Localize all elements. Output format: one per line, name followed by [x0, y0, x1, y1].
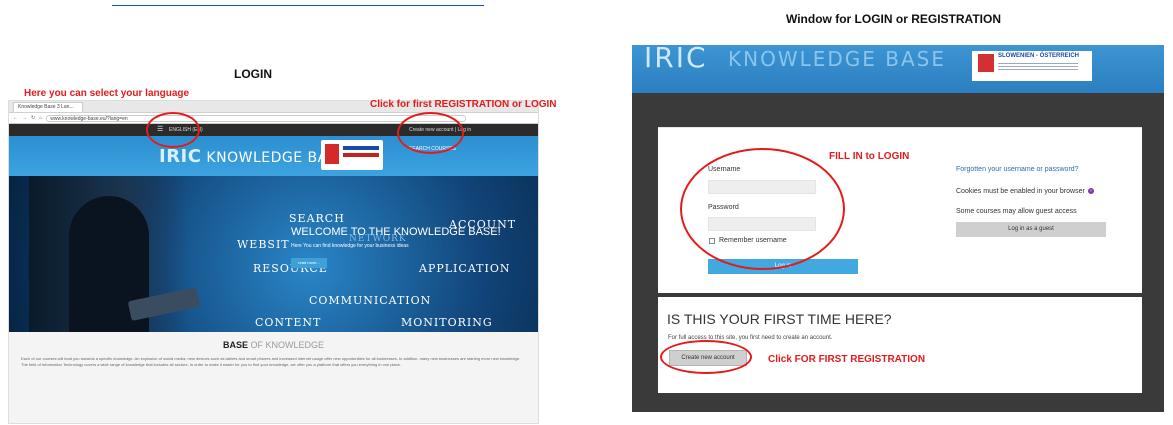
site-header: IRIC KNOWLEDGE BASE SLOWENIEN - ÖSTERREI… [632, 45, 1164, 93]
businessman-image [29, 176, 201, 332]
first-time-title: IS THIS YOUR FIRST TIME HERE? [667, 311, 892, 327]
highlight-language-oval [146, 112, 200, 148]
top-hyperlink[interactable] [112, 0, 484, 6]
hero-word: WEBSIT [237, 238, 290, 251]
highlight-create-account-oval [660, 340, 752, 374]
base-title: BASE OF KNOWLEDGE [222, 340, 325, 350]
base-section: BASE OF KNOWLEDGE Each of our courses wi… [9, 332, 538, 368]
site-logo[interactable]: IRIC KNOWLEDGE BASE [159, 146, 346, 167]
program-logo: SLOWENIEN - ÖSTERREICH [972, 51, 1092, 81]
annotation-language: Here you can select your language [24, 88, 190, 99]
annotation-first-registration: Click for first REGISTRATION or LOGIN [370, 99, 557, 110]
highlight-login-form-oval [680, 148, 845, 270]
hero-banner: SEARCH ACCOUNT WEBSIT NETWORK RESOURCE A… [9, 176, 538, 332]
welcome-subtext: Here You can find knowledge for your bus… [291, 243, 409, 249]
annotation-fill-in: FILL IN to LOGIN [829, 151, 910, 162]
help-icon[interactable]: ? [1087, 188, 1094, 195]
logo-text: KNOWLEDGE BASE [728, 47, 946, 71]
logo-prefix: IRIC [159, 146, 202, 167]
program-flag-logo [321, 140, 383, 170]
window-caption: Window for LOGIN or REGISTRATION [786, 12, 1001, 26]
hero-word: CONTENT [255, 316, 322, 329]
guest-login-button[interactable]: Log in as a guest [956, 222, 1106, 237]
guest-note: Some courses may allow guest access [956, 208, 1077, 215]
hero-word: APPLICATION [419, 262, 511, 275]
login-caption: LOGIN [234, 67, 272, 81]
annotation-click-first: Click FOR FIRST REGISTRATION [768, 354, 926, 365]
cookies-note: Cookies must be enabled in your browser? [956, 188, 1094, 195]
welcome-heading: WELCOME TO THE KNOWLEDGE BASE! [291, 226, 501, 238]
highlight-account-oval [397, 112, 464, 154]
reload-icon[interactable]: ↻ [31, 115, 35, 121]
home-icon[interactable]: ⌂ [39, 115, 42, 121]
forward-icon[interactable]: → [22, 115, 27, 121]
hero-word: COMMUNICATION [309, 294, 432, 307]
back-icon[interactable]: ← [13, 115, 18, 121]
hero-word: SEARCH [289, 212, 345, 225]
browser-tab[interactable]: Knowledge Base 3 Lan... [13, 102, 83, 112]
forgot-password-link[interactable]: Forgotten your username or password? [956, 166, 1079, 173]
logo-prefix: IRIC [644, 45, 708, 74]
read-more-button[interactable]: read more... [291, 258, 327, 268]
login-page-screenshot: Knowledge Base 3 Lan... ← → ↻ ⌂ www.know… [8, 100, 539, 424]
base-description: Each of our courses will lead you toward… [21, 356, 521, 367]
hero-word: MONITORING [401, 316, 493, 329]
